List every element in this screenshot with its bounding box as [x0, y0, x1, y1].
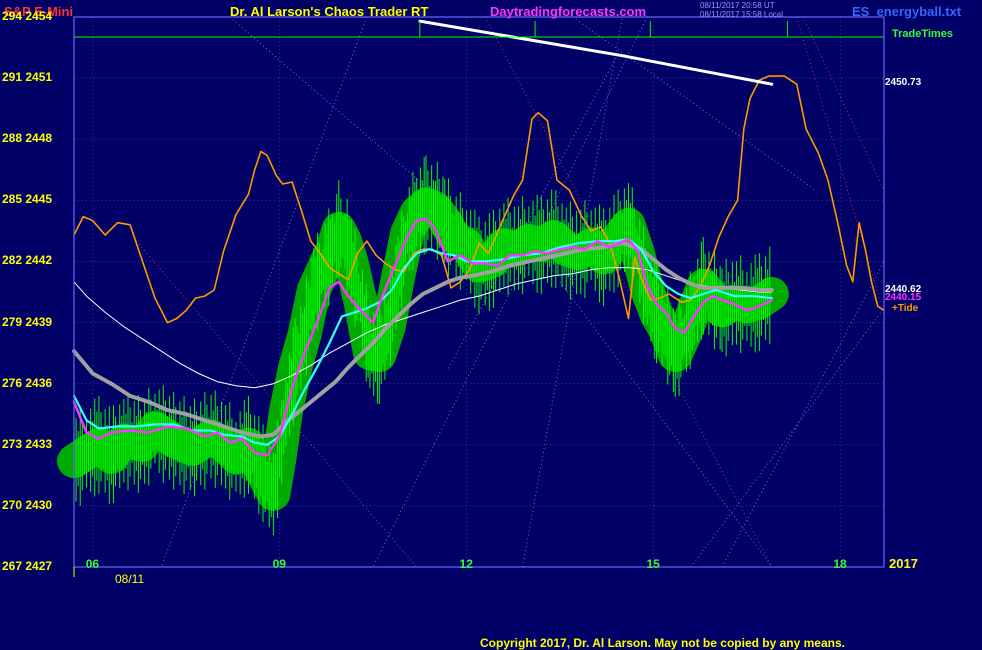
x-tick-label: 09	[272, 557, 286, 571]
projection-line	[572, 16, 816, 191]
price-label-magenta: 2440.15	[885, 292, 922, 303]
copyright-notice: Copyright 2017, Dr. Al Larson. May not b…	[480, 636, 845, 650]
projection-line	[372, 16, 648, 568]
y-tick-label: 267 2427	[2, 559, 53, 573]
timestamp-local: 08/11/2017 15:58 Local	[700, 10, 784, 19]
website-label: Daytradingforecasts.com	[490, 4, 647, 19]
y-tick-label: 285 2445	[2, 192, 53, 207]
filename-label: ES_energyball.txt	[852, 4, 962, 19]
chart-canvas	[57, 16, 885, 577]
y-tick-label: 270 2430	[2, 497, 53, 512]
x-tick-label: 06	[85, 557, 100, 571]
y-tick-label: 291 2451	[2, 70, 53, 85]
energy-ball	[57, 187, 789, 511]
x-tick-label: 15	[646, 557, 660, 571]
trade-times-label: TradeTimes	[892, 28, 953, 40]
x-tick-label: 18	[833, 557, 847, 571]
forecast-series-line	[418, 19, 774, 86]
y-tick-label: 273 2433	[2, 436, 53, 451]
tide-label: +Tide	[892, 303, 919, 314]
date-label: 08/11	[115, 572, 145, 586]
y-tick-label: 276 2436	[2, 375, 53, 390]
projection-line	[229, 16, 442, 201]
x-tick-label: 12	[459, 557, 473, 571]
chart-title: Dr. Al Larson's Chaos Trader RT	[230, 4, 429, 19]
y-tick-label: 279 2439	[2, 314, 53, 329]
year-label: 2017	[889, 556, 918, 571]
y-tick-label: 288 2448	[2, 131, 53, 146]
price-label-white-line: 2450.73	[885, 77, 922, 88]
y-tick-label: 294 2454	[2, 9, 53, 23]
timestamp-ut: 08/11/2017 20:58 UT	[700, 1, 775, 10]
y-tick-label: 282 2442	[2, 253, 53, 268]
projection-line	[802, 16, 885, 191]
